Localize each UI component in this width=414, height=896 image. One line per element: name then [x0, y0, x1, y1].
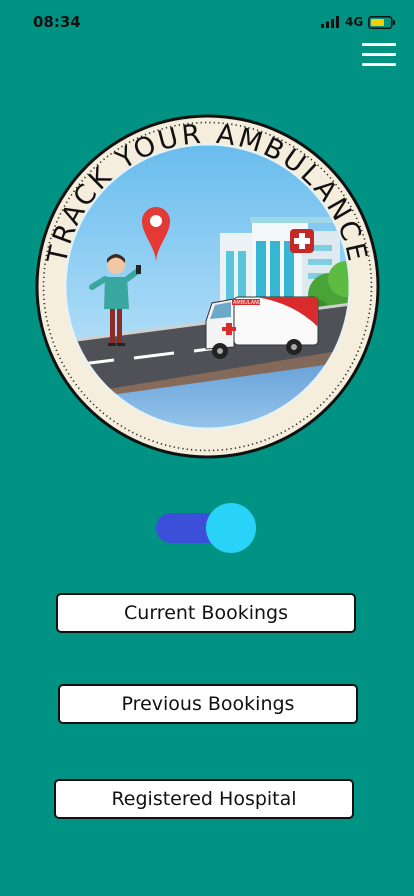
- toggle-knob[interactable]: [206, 503, 256, 553]
- previous-bookings-button[interactable]: Previous Bookings: [58, 684, 358, 724]
- menu-icon-line-top: [362, 43, 396, 46]
- signal-icon: [321, 16, 339, 28]
- track-ambulance-logo: AMBULANCE TRACK YOUR AMBULANCE: [34, 113, 381, 460]
- status-bar: 08:34 4G: [0, 0, 414, 44]
- toggle-switch[interactable]: [156, 503, 256, 553]
- current-bookings-button[interactable]: Current Bookings: [56, 593, 356, 633]
- battery-icon: [368, 16, 395, 29]
- network-label: 4G: [345, 15, 364, 29]
- menu-icon-line-middle: [362, 53, 396, 56]
- svg-text:AMBULANCE: AMBULANCE: [233, 300, 265, 306]
- logo-illustration: AMBULANCE TRACK YOUR AMBULANCE: [35, 114, 380, 459]
- status-time: 08:34: [33, 13, 81, 31]
- menu-icon-line-bottom: [362, 63, 396, 66]
- registered-hospital-button[interactable]: Registered Hospital: [54, 779, 354, 819]
- menu-button[interactable]: [362, 43, 396, 67]
